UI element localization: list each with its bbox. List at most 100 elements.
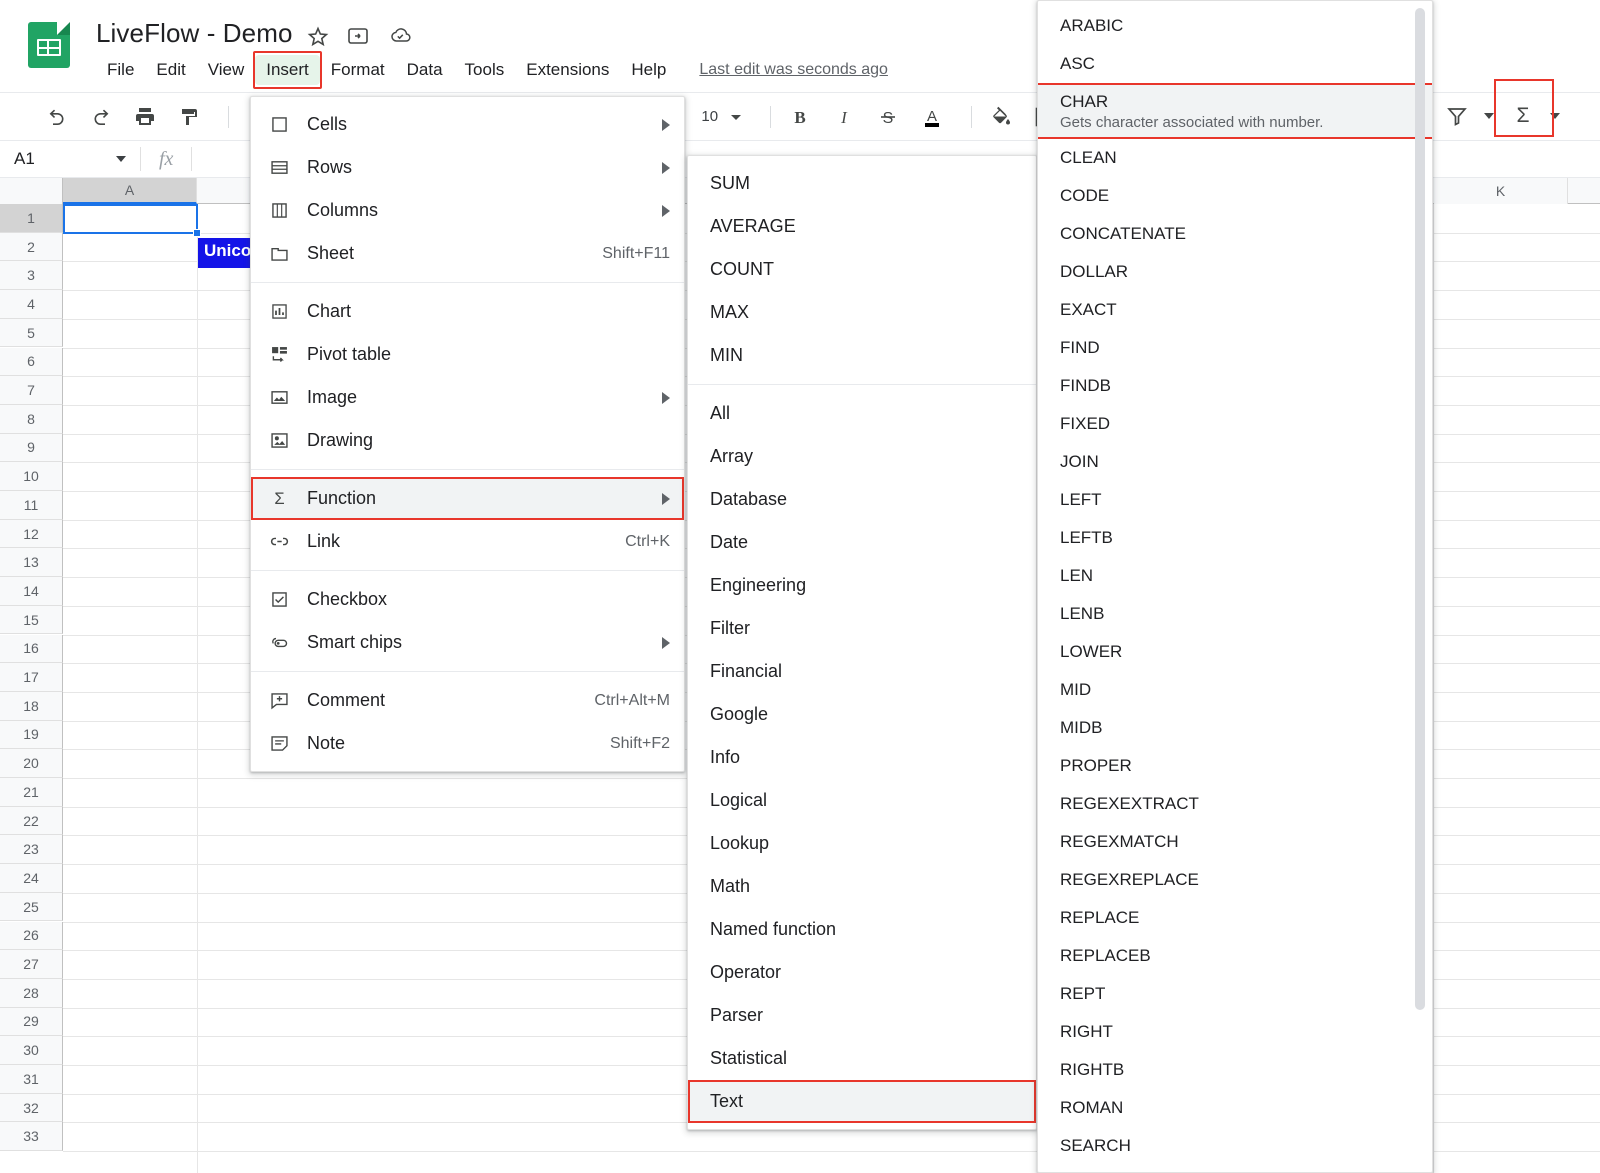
row-header-30[interactable]: 30	[0, 1036, 63, 1065]
text-function-item-exact[interactable]: EXACT	[1038, 291, 1432, 329]
text-color-icon[interactable]: A	[915, 100, 949, 134]
font-size-chevron-down-icon[interactable]	[724, 100, 748, 134]
function-menu-item-engineering[interactable]: Engineering	[688, 564, 1036, 607]
function-menu-item-operator[interactable]: Operator	[688, 951, 1036, 994]
text-function-item-arabic[interactable]: ARABIC	[1038, 7, 1432, 45]
insert-menu-item-link[interactable]: Link Ctrl+K	[251, 520, 684, 563]
row-header-27[interactable]: 27	[0, 950, 63, 979]
text-function-item-regexmatch[interactable]: REGEXMATCH	[1038, 823, 1432, 861]
insert-menu-item-image[interactable]: Image	[251, 376, 684, 419]
menu-extensions[interactable]: Extensions	[515, 55, 620, 85]
function-menu-item-average[interactable]: AVERAGE	[688, 205, 1036, 248]
row-header-17[interactable]: 17	[0, 663, 63, 692]
function-menu-item-date[interactable]: Date	[688, 521, 1036, 564]
text-function-item-replaceb[interactable]: REPLACEB	[1038, 937, 1432, 975]
insert-menu-item-function[interactable]: Σ Function	[251, 477, 684, 520]
text-function-item-clean[interactable]: CLEAN	[1038, 139, 1432, 177]
row-header-7[interactable]: 7	[0, 376, 63, 405]
functions-sigma-icon[interactable]: Σ	[1506, 99, 1540, 133]
text-function-item-find[interactable]: FIND	[1038, 329, 1432, 367]
insert-menu-item-cells[interactable]: Cells	[251, 103, 684, 146]
menu-view[interactable]: View	[197, 55, 256, 85]
function-menu-item-filter[interactable]: Filter	[688, 607, 1036, 650]
insert-menu-item-checkbox[interactable]: Checkbox	[251, 578, 684, 621]
filter-icon[interactable]	[1440, 99, 1474, 133]
function-menu-item-google[interactable]: Google	[688, 693, 1036, 736]
text-function-item-mid[interactable]: MID	[1038, 671, 1432, 709]
text-function-item-regexreplace[interactable]: REGEXREPLACE	[1038, 861, 1432, 899]
function-menu-item-math[interactable]: Math	[688, 865, 1036, 908]
select-all-corner[interactable]	[0, 178, 63, 204]
name-box[interactable]: A1	[0, 140, 140, 178]
text-function-item-proper[interactable]: PROPER	[1038, 747, 1432, 785]
row-header-18[interactable]: 18	[0, 691, 63, 721]
text-function-item-left[interactable]: LEFT	[1038, 481, 1432, 519]
row-header-8[interactable]: 8	[0, 404, 63, 434]
row-header-23[interactable]: 23	[0, 835, 63, 865]
row-header-9[interactable]: 9	[0, 433, 63, 463]
filter-chevron-down-icon[interactable]	[1484, 113, 1494, 119]
function-menu-item-min[interactable]: MIN	[688, 334, 1036, 377]
function-menu-item-financial[interactable]: Financial	[688, 650, 1036, 693]
redo-icon[interactable]	[84, 100, 118, 134]
row-header-19[interactable]: 19	[0, 720, 63, 750]
insert-menu-item-columns[interactable]: Columns	[251, 189, 684, 232]
insert-menu-item-pivot-table[interactable]: Pivot table	[251, 333, 684, 376]
function-menu-item-all[interactable]: All	[688, 392, 1036, 435]
function-menu-item-lookup[interactable]: Lookup	[688, 822, 1036, 865]
menu-tools[interactable]: Tools	[454, 55, 516, 85]
text-submenu-scrollbar-track[interactable]	[1415, 8, 1425, 1010]
column-header-k[interactable]: K	[1434, 178, 1568, 204]
text-function-item-lower[interactable]: LOWER	[1038, 633, 1432, 671]
last-edit-status[interactable]: Last edit was seconds ago	[699, 61, 888, 79]
text-function-item-join[interactable]: JOIN	[1038, 443, 1432, 481]
row-header-29[interactable]: 29	[0, 1007, 63, 1037]
text-function-item-findb[interactable]: FINDB	[1038, 367, 1432, 405]
insert-menu-item-comment[interactable]: Comment Ctrl+Alt+M	[251, 679, 684, 722]
text-function-item-regexextract[interactable]: REGEXEXTRACT	[1038, 785, 1432, 823]
text-function-item-midb[interactable]: MIDB	[1038, 709, 1432, 747]
text-function-item-char[interactable]: CHAR Gets character associated with numbe…	[1038, 83, 1432, 139]
text-function-item-search[interactable]: SEARCH	[1038, 1127, 1432, 1165]
cloud-saved-icon[interactable]	[388, 24, 412, 48]
row-header-28[interactable]: 28	[0, 978, 63, 1008]
fill-color-icon[interactable]	[984, 100, 1018, 134]
strikethrough-icon[interactable]: S	[871, 100, 905, 134]
text-function-item-replace[interactable]: REPLACE	[1038, 899, 1432, 937]
function-menu-item-parser[interactable]: Parser	[688, 994, 1036, 1037]
function-menu-item-sum[interactable]: SUM	[688, 162, 1036, 205]
function-menu-item-max[interactable]: MAX	[688, 291, 1036, 334]
text-function-item-roman[interactable]: ROMAN	[1038, 1089, 1432, 1127]
star-icon[interactable]	[306, 24, 330, 48]
bold-icon[interactable]: B	[783, 100, 817, 134]
move-to-folder-icon[interactable]	[346, 24, 370, 48]
menu-help[interactable]: Help	[620, 55, 677, 85]
row-header-5[interactable]: 5	[0, 318, 63, 348]
function-menu-item-info[interactable]: Info	[688, 736, 1036, 779]
function-menu-item-logical[interactable]: Logical	[688, 779, 1036, 822]
text-function-item-rightb[interactable]: RIGHTB	[1038, 1051, 1432, 1089]
row-header-25[interactable]: 25	[0, 892, 63, 922]
row-header-10[interactable]: 10	[0, 462, 63, 491]
text-submenu-scrollbar-thumb[interactable]	[1415, 8, 1425, 1010]
column-header-a[interactable]: A	[63, 178, 197, 204]
function-menu-item-statistical[interactable]: Statistical	[688, 1037, 1036, 1080]
function-menu-item-array[interactable]: Array	[688, 435, 1036, 478]
row-header-6[interactable]: 6	[0, 347, 63, 377]
function-menu-item-named-function[interactable]: Named function	[688, 908, 1036, 951]
row-header-24[interactable]: 24	[0, 864, 63, 893]
function-menu-item-database[interactable]: Database	[688, 478, 1036, 521]
text-function-item-lenb[interactable]: LENB	[1038, 595, 1432, 633]
row-header-2[interactable]: 2	[0, 232, 63, 262]
insert-menu-item-rows[interactable]: Rows	[251, 146, 684, 189]
row-header-32[interactable]: 32	[0, 1093, 63, 1123]
row-header-11[interactable]: 11	[0, 491, 63, 520]
row-header-33[interactable]: 33	[0, 1122, 63, 1152]
function-menu-item-count[interactable]: COUNT	[688, 248, 1036, 291]
text-function-item-fixed[interactable]: FIXED	[1038, 405, 1432, 443]
row-header-12[interactable]: 12	[0, 519, 63, 549]
row-header-4[interactable]: 4	[0, 290, 63, 319]
undo-icon[interactable]	[40, 100, 74, 134]
name-box-chevron-down-icon[interactable]	[116, 156, 126, 162]
text-function-item-right[interactable]: RIGHT	[1038, 1013, 1432, 1051]
